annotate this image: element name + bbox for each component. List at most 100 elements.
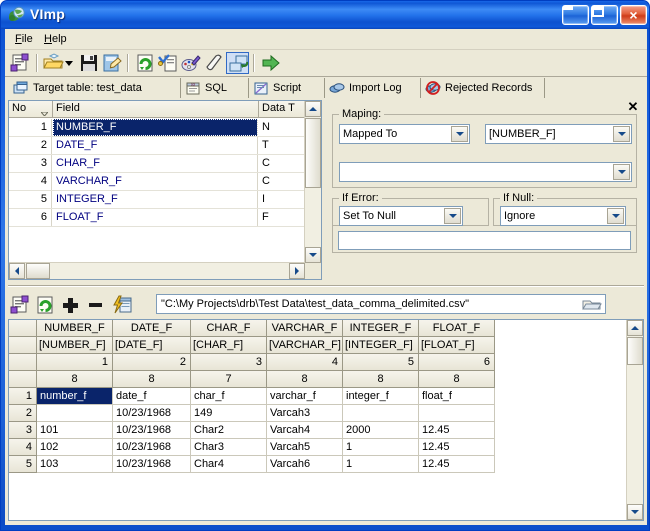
table-cell[interactable]: 10/23/1968 [113, 456, 191, 473]
tab-script[interactable]: Script [249, 78, 325, 98]
data-grid-subheader-cell[interactable]: [VARCHAR_F] [267, 337, 343, 354]
scroll-down-button[interactable] [305, 247, 321, 263]
source-data-grid[interactable]: NUMBER_F DATE_F CHAR_F VARCHAR_F INTEGER… [8, 319, 644, 521]
data-grid-header-cell[interactable]: VARCHAR_F [267, 320, 343, 337]
table-cell[interactable]: Char3 [191, 439, 267, 456]
data-grid-index-cell[interactable]: 1 [37, 354, 113, 371]
data-grid-subheader-cell[interactable]: [INTEGER_F] [343, 337, 419, 354]
menu-help[interactable]: Help [39, 32, 72, 46]
pane-splitter[interactable] [5, 282, 647, 292]
table-cell[interactable]: integer_f [343, 388, 419, 405]
data-grid-header-cell[interactable]: INTEGER_F [343, 320, 419, 337]
chevron-down-icon[interactable] [613, 126, 630, 142]
hscroll-thumb[interactable] [26, 263, 50, 279]
table-cell[interactable]: Varcah6 [267, 456, 343, 473]
data-grid-subheader-cell[interactable]: [FLOAT_F] [419, 337, 495, 354]
check-page-icon[interactable] [157, 52, 180, 74]
data-grid-subheader-cell[interactable]: [CHAR_F] [191, 337, 267, 354]
table-row[interactable]: 4 VARCHAR_F C [9, 173, 321, 191]
data-grid-width-cell[interactable]: 8 [343, 371, 419, 388]
table-cell[interactable]: 10/23/1968 [113, 439, 191, 456]
minimize-button[interactable] [562, 5, 589, 25]
scroll-up-button[interactable] [627, 320, 643, 336]
data-grid-subheader-cell[interactable]: [DATE_F] [113, 337, 191, 354]
scroll-up-button[interactable] [305, 101, 321, 117]
data-grid-index-cell[interactable]: 5 [343, 354, 419, 371]
table-cell[interactable] [419, 405, 495, 422]
table-cell[interactable]: 102 [37, 439, 113, 456]
table-cell[interactable]: 12.45 [419, 439, 495, 456]
save-as-icon[interactable] [101, 52, 124, 74]
table-cell[interactable]: 149 [191, 405, 267, 422]
data-grid-width-cell[interactable]: 8 [267, 371, 343, 388]
field-grid-col-no[interactable]: No [9, 101, 53, 118]
data-grid-width-cell[interactable]: 8 [419, 371, 495, 388]
table-row[interactable]: 6 FLOAT_F F [9, 209, 321, 227]
mapping-source-combo[interactable]: [NUMBER_F] [485, 124, 632, 144]
table-cell[interactable]: 10/23/1968 [113, 405, 191, 422]
mapping-mode-combo[interactable]: Mapped To [339, 124, 470, 144]
chevron-down-icon[interactable] [613, 164, 630, 180]
menu-file[interactable]: File [10, 32, 38, 46]
data-grid-row-number[interactable]: 4 [9, 439, 37, 456]
tab-import-log[interactable]: Import Log [325, 78, 421, 98]
table-row[interactable]: 2 DATE_F T [9, 137, 321, 155]
table-cell[interactable]: varchar_f [267, 388, 343, 405]
chevron-down-icon[interactable] [607, 208, 624, 224]
mapping-expression-combo[interactable] [339, 162, 632, 182]
tab-rejected-records[interactable]: Rejected Records [421, 78, 545, 98]
add-icon[interactable] [59, 294, 82, 316]
table-row[interactable]: 1 NUMBER_F N [9, 119, 321, 137]
field-grid-col-datatype[interactable]: Data T [259, 101, 306, 118]
properties-icon[interactable] [9, 294, 32, 316]
table-cell[interactable] [343, 405, 419, 422]
vscroll-thumb[interactable] [627, 337, 643, 365]
tab-target-table[interactable]: Target table: test_data [9, 78, 181, 98]
data-grid-row-number[interactable]: 5 [9, 456, 37, 473]
data-grid-header-cell[interactable]: FLOAT_F [419, 320, 495, 337]
maximize-button[interactable] [591, 5, 618, 25]
scroll-right-button[interactable] [289, 263, 305, 279]
source-file-path-input[interactable]: "C:\My Projects\drb\Test Data\test_data_… [156, 294, 606, 314]
close-icon[interactable]: ✕ [626, 100, 640, 114]
tab-sql[interactable]: sql SQL [181, 78, 249, 98]
scroll-left-button[interactable] [9, 263, 25, 279]
remove-icon[interactable] [84, 294, 107, 316]
properties-icon[interactable] [9, 52, 32, 74]
table-row[interactable]: 5 INTEGER_F I [9, 191, 321, 209]
if-error-combo[interactable]: Set To Null [339, 206, 463, 226]
table-cell[interactable]: Varcah3 [267, 405, 343, 422]
data-grid-subheader-cell[interactable]: [NUMBER_F] [37, 337, 113, 354]
open-folder-icon[interactable] [581, 296, 603, 312]
mapping-bottom-textbox[interactable] [338, 231, 631, 250]
table-cell[interactable]: Varcah5 [267, 439, 343, 456]
quick-grid-icon[interactable] [112, 294, 135, 316]
data-grid-header-cell[interactable]: DATE_F [113, 320, 191, 337]
data-grid-index-cell[interactable]: 6 [419, 354, 495, 371]
chevron-down-icon[interactable] [444, 208, 461, 224]
palette-icon[interactable] [180, 52, 203, 74]
field-grid[interactable]: No Field Data T 1 NUMBER_F N 2 DATE_F T … [8, 100, 322, 280]
data-grid-row-number[interactable]: 3 [9, 422, 37, 439]
data-grid-width-cell[interactable]: 8 [37, 371, 113, 388]
table-cell[interactable]: 103 [37, 456, 113, 473]
eraser-icon[interactable] [203, 52, 226, 74]
close-button[interactable]: × [620, 5, 647, 25]
data-grid-header-cell[interactable]: CHAR_F [191, 320, 267, 337]
table-cell[interactable]: Char4 [191, 456, 267, 473]
table-cell[interactable]: float_f [419, 388, 495, 405]
table-cell[interactable] [37, 405, 113, 422]
vscroll-thumb[interactable] [305, 118, 321, 188]
data-grid-width-cell[interactable]: 7 [191, 371, 267, 388]
dropdown-arrow-icon[interactable] [63, 52, 75, 74]
data-grid-width-cell[interactable]: 8 [113, 371, 191, 388]
data-grid-index-cell[interactable]: 4 [267, 354, 343, 371]
table-cell[interactable]: 1 [343, 456, 419, 473]
data-grid-header-cell[interactable]: NUMBER_F [37, 320, 113, 337]
table-cell[interactable]: Char2 [191, 422, 267, 439]
save-disk-icon[interactable] [78, 52, 101, 74]
field-grid-col-field[interactable]: Field [53, 101, 259, 118]
table-cell[interactable]: 12.45 [419, 456, 495, 473]
field-grid-hscrollbar[interactable] [9, 262, 305, 279]
scroll-down-button[interactable] [627, 504, 643, 520]
